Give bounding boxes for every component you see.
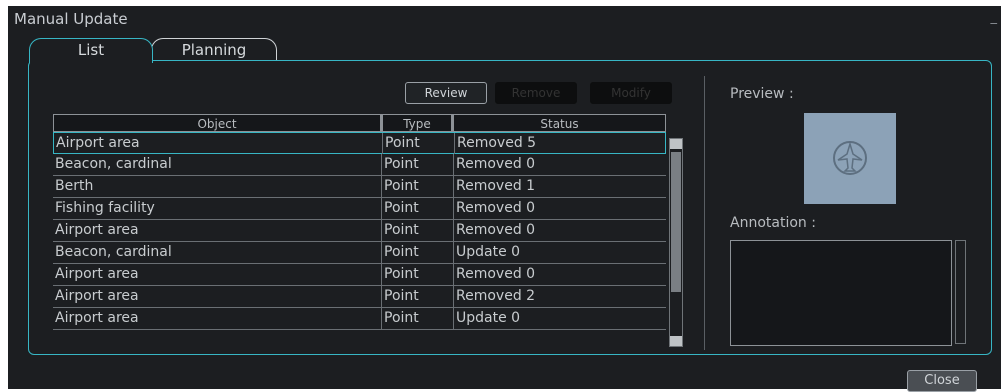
- cell-status: Removed 0: [453, 198, 666, 219]
- cell-status: Removed 0: [453, 264, 666, 285]
- cell-object: Airport area: [55, 288, 139, 304]
- column-header-status[interactable]: Status: [453, 114, 666, 132]
- cell-object: Airport area: [56, 135, 140, 151]
- table-row[interactable]: Airport area Point Removed 0: [53, 220, 666, 242]
- preview-box: [804, 113, 896, 204]
- cell-type: Point: [381, 264, 453, 285]
- column-header-type[interactable]: Type: [381, 114, 453, 132]
- cell-type: Point: [381, 220, 453, 241]
- cell-status: Removed 2: [453, 286, 666, 307]
- table-row[interactable]: Beacon, cardinal Point Removed 0: [53, 154, 666, 176]
- scroll-down-arrow-icon[interactable]: [670, 336, 682, 346]
- cell-type: Point: [381, 198, 453, 219]
- cell-type: Point: [381, 154, 453, 175]
- cell-object: Fishing facility: [55, 200, 155, 216]
- modify-button[interactable]: Modify: [590, 82, 672, 104]
- annotation-field[interactable]: [730, 240, 952, 346]
- scroll-up-arrow-icon[interactable]: [670, 139, 682, 149]
- cell-status: Update 0: [453, 308, 666, 329]
- annotation-label: Annotation :: [730, 215, 816, 231]
- remove-button[interactable]: Remove: [495, 82, 577, 104]
- table-row[interactable]: Airport area Point Removed 0: [53, 264, 666, 286]
- minimize-button[interactable]: _: [991, 10, 998, 25]
- review-button[interactable]: Review: [405, 82, 487, 104]
- cell-object: Beacon, cardinal: [55, 156, 172, 172]
- airport-symbol-icon: [833, 141, 867, 175]
- cell-object: Berth: [55, 178, 94, 194]
- cell-status: Removed 0: [453, 154, 666, 175]
- table-row[interactable]: Airport area Point Update 0: [53, 308, 666, 330]
- cell-type: Point: [381, 242, 453, 263]
- table-body: Airport area Point Removed 5 Beacon, cardin…: [53, 132, 666, 330]
- cell-type: Point: [381, 308, 453, 329]
- title-bar: Manual Update _: [8, 6, 1001, 32]
- table-row[interactable]: Airport area Point Removed 5: [53, 132, 666, 154]
- table-row[interactable]: Berth Point Removed 1: [53, 176, 666, 198]
- table-row[interactable]: Airport area Point Removed 2: [53, 286, 666, 308]
- scroll-thumb[interactable]: [671, 152, 681, 292]
- table-row[interactable]: Fishing facility Point Removed 0: [53, 198, 666, 220]
- tab-planning[interactable]: Planning: [151, 38, 277, 61]
- cell-status: Update 0: [453, 242, 666, 263]
- cell-status: Removed 1: [453, 176, 666, 197]
- annotation-scrollbar[interactable]: [955, 240, 966, 344]
- tab-list[interactable]: List: [29, 38, 153, 63]
- column-header-object[interactable]: Object: [53, 114, 381, 132]
- cell-type: Point: [381, 286, 453, 307]
- window-title: Manual Update: [14, 10, 128, 28]
- cell-object: Beacon, cardinal: [55, 244, 172, 260]
- cell-object: Airport area: [55, 222, 139, 238]
- manual-update-window: Manual Update _ List Planning Review Rem…: [8, 6, 1001, 392]
- panel-divider: [704, 76, 705, 350]
- preview-label: Preview :: [730, 86, 794, 102]
- table-row[interactable]: Beacon, cardinal Point Update 0: [53, 242, 666, 264]
- cell-status: Removed 5: [454, 133, 667, 154]
- cell-type: Point: [382, 133, 454, 154]
- cell-type: Point: [381, 176, 453, 197]
- cell-object: Airport area: [55, 310, 139, 326]
- cell-status: Removed 0: [453, 220, 666, 241]
- table-scrollbar[interactable]: [669, 138, 683, 347]
- cell-object: Airport area: [55, 266, 139, 282]
